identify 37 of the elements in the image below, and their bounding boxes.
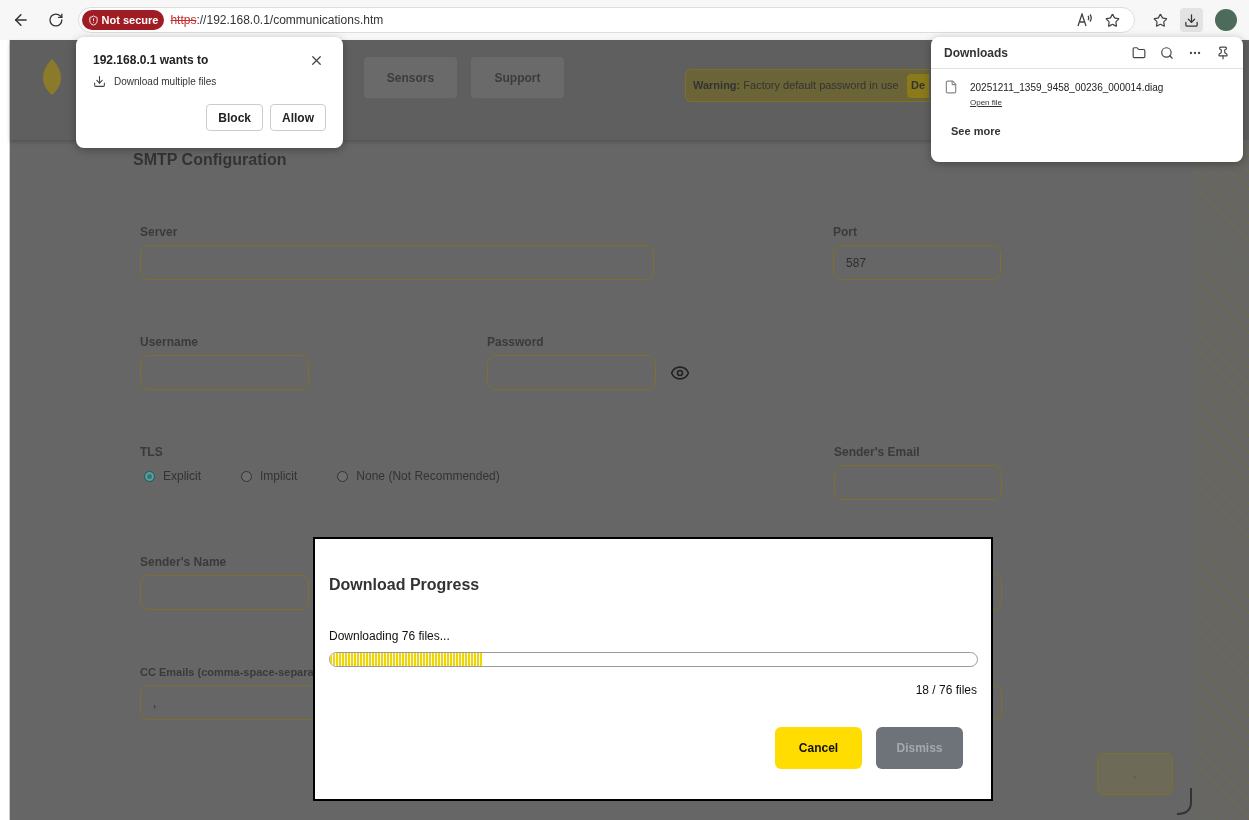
security-badge[interactable]: Not secure	[81, 10, 165, 30]
avatar[interactable]	[1215, 9, 1237, 31]
input-field[interactable]	[140, 355, 309, 390]
folder-icon[interactable]	[1132, 45, 1146, 60]
panel-title: Downloads	[944, 44, 1009, 62]
favorite-icon[interactable]	[1104, 12, 1120, 28]
input-field[interactable]	[140, 575, 309, 610]
address-bar[interactable]: Not secure https://192.168.0.1/communications.htm	[77, 7, 1135, 33]
input-field[interactable]	[140, 245, 654, 280]
search-icon[interactable]	[1160, 45, 1174, 60]
status-text: Downloading 76 files...	[329, 628, 451, 645]
file-icon	[944, 80, 958, 94]
save-button[interactable]: .	[1097, 753, 1173, 795]
see-more-button[interactable]: See more	[951, 123, 1001, 140]
read-aloud-icon[interactable]	[1076, 13, 1093, 27]
corner-arc-icon	[1175, 788, 1193, 816]
download-icon[interactable]	[1179, 8, 1204, 32]
pin-icon[interactable]	[1216, 45, 1230, 60]
dialog-title: Download Progress	[329, 575, 481, 595]
popup-button[interactable]: Block	[206, 104, 263, 131]
file-count: 18 / 76 files	[915, 682, 977, 699]
open-file-link[interactable]: Open file	[970, 97, 1003, 109]
input-field[interactable]	[487, 355, 656, 390]
url-text: https://192.168.0.1/communications.htm	[170, 12, 384, 29]
download-icon	[93, 75, 106, 88]
leaf-logo-icon	[40, 59, 64, 95]
popup-title: 192.168.0.1 wants to	[93, 52, 209, 69]
popup-button[interactable]: Allow	[270, 104, 326, 131]
permission-text: Download multiple files	[114, 75, 217, 89]
input-field[interactable]: 587	[833, 245, 1001, 280]
default-password-button[interactable]: De	[907, 73, 929, 98]
show-password-icon[interactable]	[670, 363, 690, 383]
back-icon[interactable]	[12, 11, 30, 29]
file-name[interactable]: 20251211_1359_9458_00236_000014.diag	[970, 80, 1164, 95]
refresh-icon[interactable]	[47, 12, 64, 28]
cancel-button[interactable]: Cancel	[775, 727, 862, 769]
input-field[interactable]	[834, 465, 1002, 500]
